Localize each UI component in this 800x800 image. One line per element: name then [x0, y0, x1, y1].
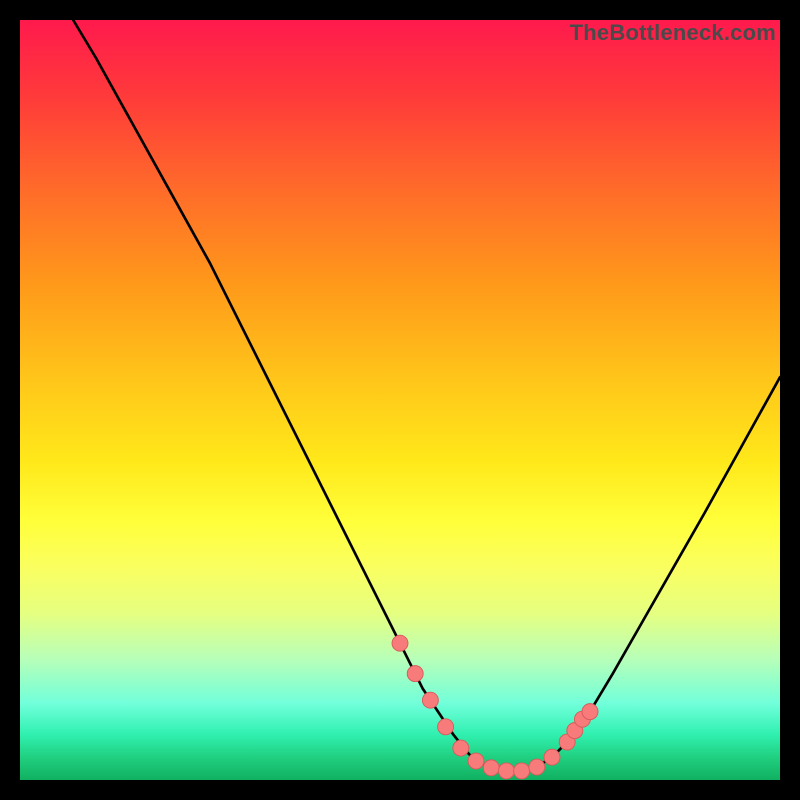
bottleneck-curve — [73, 20, 780, 771]
marker-point — [529, 759, 545, 775]
marker-point — [582, 704, 598, 720]
marker-point — [468, 753, 484, 769]
chart-frame: TheBottleneck.com — [20, 20, 780, 780]
marker-point — [453, 740, 469, 756]
marker-point — [407, 666, 423, 682]
marker-point — [514, 763, 530, 779]
plot-area: TheBottleneck.com — [20, 20, 780, 780]
marker-point — [438, 719, 454, 735]
chart-svg — [20, 20, 780, 780]
marker-group — [392, 635, 598, 779]
marker-point — [498, 763, 514, 779]
marker-point — [392, 635, 408, 651]
marker-point — [544, 749, 560, 765]
marker-point — [422, 692, 438, 708]
marker-point — [483, 760, 499, 776]
